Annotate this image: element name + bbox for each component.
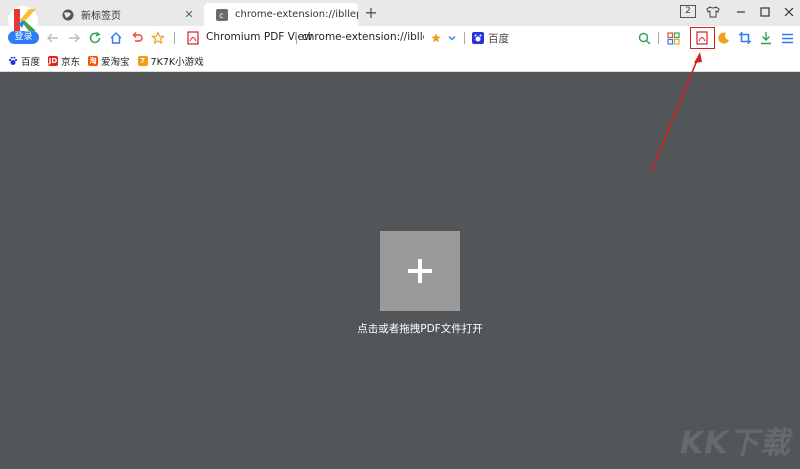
bookmarks-bar: 百度 JD 京东 淘 爱淘宝 7 7K7K小游戏: [0, 50, 800, 72]
undo-close-tab-icon[interactable]: [129, 30, 145, 46]
home-icon[interactable]: [108, 30, 124, 46]
tab-title: chrome-extension://ibllepbpa: [235, 9, 358, 20]
close-window-icon[interactable]: [780, 3, 798, 21]
bookmark-label: 百度: [21, 56, 41, 68]
chevron-down-icon[interactable]: [444, 30, 460, 46]
search-divider: [464, 32, 465, 44]
7k7k-icon: 7: [137, 55, 148, 66]
tab-count-badge[interactable]: 2: [680, 5, 696, 18]
night-mode-moon-icon[interactable]: [716, 30, 732, 46]
tab-new-tab[interactable]: 新标签页 ✕: [50, 3, 202, 26]
open-pdf-button[interactable]: [380, 231, 460, 311]
search-icon[interactable]: [636, 30, 652, 46]
menu-hamburger-icon[interactable]: [779, 30, 795, 46]
navigation-toolbar: Chromium PDF View chrome-extension://ibl…: [0, 26, 800, 50]
bookmark-jd[interactable]: JD 京东: [48, 54, 80, 68]
address-divider: [296, 32, 297, 44]
bookmark-label: 京东: [61, 56, 81, 68]
extensions-divider: [658, 32, 659, 44]
baidu-search-icon[interactable]: [470, 30, 486, 46]
tab-strip: 登录 新标签页 ✕ c chrome-extension://ibllepbpa…: [0, 0, 800, 44]
address-bar-url[interactable]: chrome-extension://ibllep...: [302, 31, 424, 43]
refresh-icon[interactable]: [87, 30, 103, 46]
tab-title: 新标签页: [81, 11, 121, 22]
tab-pdf-viewer[interactable]: c chrome-extension://ibllepbpa: [204, 3, 358, 26]
apps-grid-icon[interactable]: [665, 30, 681, 46]
maximize-icon[interactable]: [756, 3, 774, 21]
new-tab-button[interactable]: +: [362, 4, 380, 22]
extension-icon: c: [216, 8, 228, 21]
bookmark-label: 7K7K小游戏: [150, 56, 204, 68]
search-engine-label[interactable]: 百度: [488, 31, 509, 46]
download-icon[interactable]: [758, 30, 774, 46]
open-pdf-hint: 点击或者拖拽PDF文件打开: [357, 323, 483, 335]
highlight-annotation-box: [690, 27, 715, 49]
pdf-page-icon: [185, 30, 201, 46]
jd-icon: JD: [48, 55, 59, 66]
toolbar-divider: [174, 32, 175, 44]
skin-shirt-icon[interactable]: [704, 3, 722, 21]
svg-text:c: c: [219, 11, 223, 20]
crop-screenshot-icon[interactable]: [737, 30, 753, 46]
plus-icon: [408, 259, 432, 283]
bookmark-baidu[interactable]: 百度: [8, 54, 40, 68]
baidu-paw-icon: [8, 56, 18, 66]
bookmark-star-icon[interactable]: [428, 30, 444, 46]
favorite-star-icon[interactable]: [150, 30, 166, 46]
login-button[interactable]: 登录: [8, 31, 39, 44]
kk-download-watermark: KK下载: [680, 426, 791, 461]
back-arrow-icon[interactable]: [45, 30, 61, 46]
forward-arrow-icon[interactable]: [66, 30, 82, 46]
bookmark-label: 爱淘宝: [101, 56, 130, 68]
minimize-icon[interactable]: [732, 3, 750, 21]
taobao-icon: 淘: [88, 55, 99, 66]
bookmark-aitaobao[interactable]: 淘 爱淘宝: [88, 54, 130, 68]
globe-icon: [62, 9, 74, 21]
tab-close-icon[interactable]: ✕: [182, 8, 196, 21]
pdf-viewer-area[interactable]: 点击或者拖拽PDF文件打开: [0, 72, 800, 469]
bookmark-7k7k[interactable]: 7 7K7K小游戏: [137, 54, 204, 68]
